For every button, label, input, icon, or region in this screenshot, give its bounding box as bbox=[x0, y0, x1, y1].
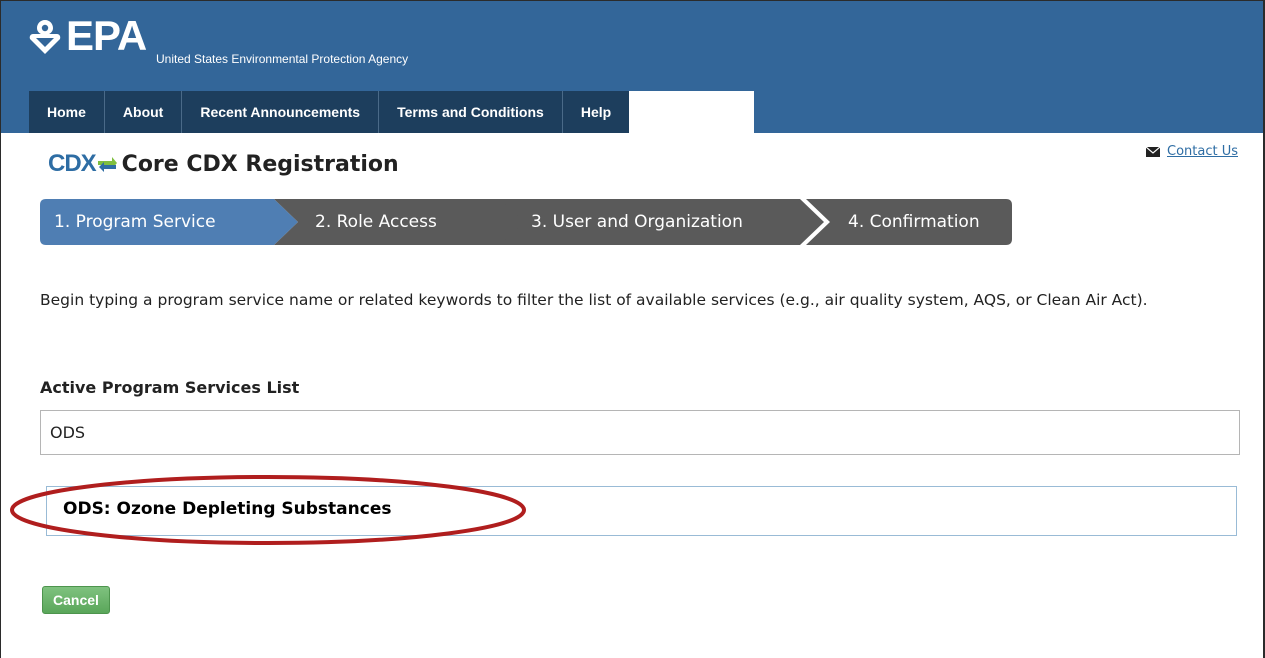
nav-item-recent-announcements[interactable]: Recent Announcements bbox=[182, 91, 380, 133]
step-role-access: 2. Role Access bbox=[274, 199, 534, 245]
site-header bbox=[1, 1, 1263, 91]
step-label: 2. Role Access bbox=[315, 212, 437, 232]
nav-item-terms-and-conditions[interactable]: Terms and Conditions bbox=[379, 91, 563, 133]
nav-band-left bbox=[1, 91, 29, 133]
step-label: 1. Program Service bbox=[54, 212, 216, 232]
agency-name: United States Environmental Protection A… bbox=[156, 52, 409, 66]
envelope-icon bbox=[1146, 146, 1160, 157]
nav-item-about[interactable]: About bbox=[104, 91, 183, 133]
epa-logo[interactable]: EPA bbox=[28, 12, 147, 59]
result-item-ods[interactable]: ODS: Ozone Depleting Substances bbox=[63, 499, 391, 519]
instructions-text: Begin typing a program service name or r… bbox=[40, 291, 1148, 309]
services-list-label: Active Program Services List bbox=[40, 378, 300, 397]
epa-wordmark: EPA bbox=[66, 12, 147, 59]
step-user-and-organization: 3. User and Organization bbox=[500, 199, 830, 245]
progress-steps: 1. Program Service 2. Role Access 3. Use… bbox=[40, 199, 1012, 245]
program-service-search-input[interactable] bbox=[40, 410, 1240, 455]
cdx-arrows-icon bbox=[97, 157, 117, 172]
step-confirmation: 4. Confirmation bbox=[806, 199, 1012, 245]
nav-band-right bbox=[754, 91, 1263, 133]
nav-item-help[interactable]: Help bbox=[562, 91, 630, 133]
cdx-header: CDX Core CDX Registration bbox=[48, 150, 399, 178]
contact-us[interactable]: Contact Us bbox=[1146, 144, 1238, 159]
epa-flower-icon bbox=[29, 20, 61, 54]
nav-item-home[interactable]: Home bbox=[29, 91, 105, 133]
contact-us-link[interactable]: Contact Us bbox=[1167, 144, 1238, 159]
search-results-list: ODS: Ozone Depleting Substances bbox=[46, 486, 1237, 536]
cdx-logo-text: CDX bbox=[48, 150, 97, 177]
step-label: 3. User and Organization bbox=[531, 212, 743, 232]
step-label: 4. Confirmation bbox=[848, 212, 980, 232]
page-title: Core CDX Registration bbox=[121, 151, 399, 177]
cancel-button[interactable]: Cancel bbox=[42, 586, 110, 614]
main-nav: Home About Recent Announcements Terms an… bbox=[29, 91, 630, 133]
step-program-service: 1. Program Service bbox=[40, 199, 302, 245]
